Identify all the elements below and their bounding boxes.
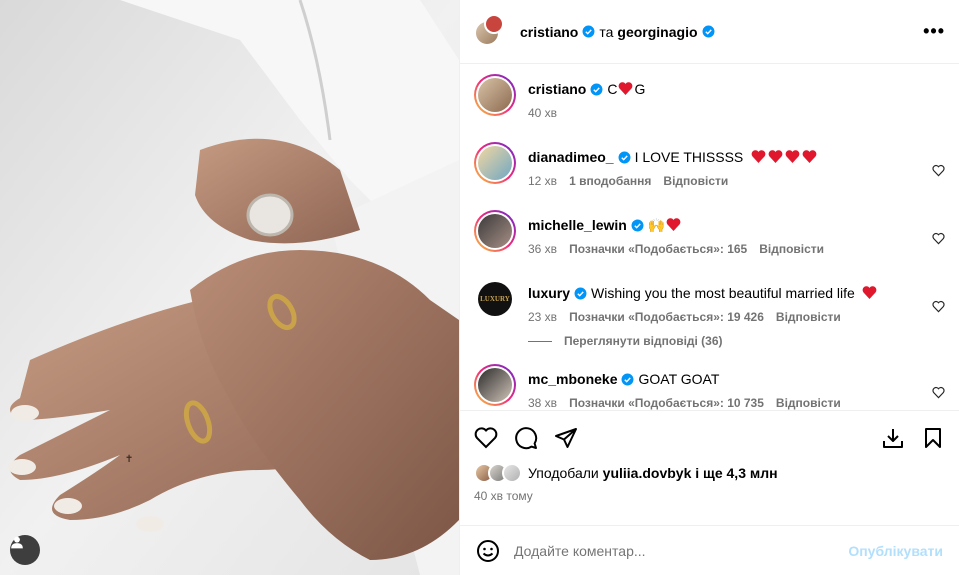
avatar [484, 13, 504, 34]
comment-likes[interactable]: 1 вподобання [569, 174, 651, 188]
comment-username[interactable]: luxury [528, 285, 570, 301]
comment-username[interactable]: cristiano [528, 81, 586, 97]
like-heart-icon[interactable] [474, 426, 498, 450]
liked-by-avatars [474, 463, 522, 483]
liked-by[interactable]: Уподобали yuliia.dovbyk і ще 4,3 млн [474, 463, 945, 483]
coauthor-username[interactable]: georginagio [617, 24, 697, 40]
comment-time: 38 хв [528, 396, 558, 410]
caption-text-start: C [607, 81, 618, 97]
more-options-button[interactable]: ••• [923, 21, 945, 42]
verified-badge-icon [631, 219, 644, 232]
comment-likes[interactable]: Позначки «Подобається»: 165 [569, 242, 747, 256]
comment-bubble-icon[interactable] [514, 426, 538, 450]
emoji-icon[interactable] [476, 539, 500, 563]
user-icon [11, 536, 23, 549]
svg-text:✝: ✝ [125, 454, 133, 465]
comment-time: 40 хв [528, 106, 558, 120]
liked-by-prefix: Уподобали [528, 465, 599, 481]
post-header: cristiano та georginagio ••• [460, 0, 959, 64]
hands-image: ✝ [0, 0, 459, 575]
avatar [502, 463, 522, 483]
post-side-panel: cristiano та georginagio ••• cristiano C G… [459, 0, 959, 575]
verified-badge-icon [622, 373, 634, 386]
comment-text: I LOVE THISSSS [634, 149, 744, 165]
post-caption: cristiano C G 40 хв [474, 74, 945, 120]
comment-likes[interactable]: Позначки «Подобається»: 10 735 [569, 396, 764, 410]
author-username[interactable]: cristiano [520, 24, 578, 40]
verified-badge-icon [618, 151, 631, 164]
red-heart-emoji-icon [619, 82, 633, 95]
like-comment-heart-icon[interactable] [932, 164, 945, 177]
save-bookmark-icon[interactable] [921, 426, 945, 450]
post-modal: ✝ cristiano та georginagio ••• cristiano… [0, 0, 959, 575]
comment-text: Wishing you the most beautiful married l… [591, 285, 855, 301]
verified-badge-icon [582, 25, 595, 38]
replies-divider [528, 340, 552, 342]
reply-button[interactable]: Відповісти [776, 310, 841, 324]
like-comment-heart-icon[interactable] [932, 386, 945, 399]
reply-button[interactable]: Відповісти [776, 396, 841, 410]
comment-time: 36 хв [528, 242, 558, 256]
author-connector: та [599, 23, 614, 40]
publish-button[interactable]: Опублікувати [848, 543, 943, 559]
download-icon[interactable] [881, 426, 905, 450]
avatar[interactable] [474, 74, 516, 116]
liked-by-user[interactable]: yuliia.dovbyk [603, 465, 692, 481]
tagged-users-button[interactable] [10, 535, 40, 565]
post-actions: Уподобали yuliia.dovbyk і ще 4,3 млн 40 … [460, 410, 959, 525]
comment-likes[interactable]: Позначки «Подобається»: 19 426 [569, 310, 764, 324]
post-photo: ✝ [0, 0, 459, 575]
avatar[interactable] [474, 142, 516, 184]
like-comment-heart-icon[interactable] [932, 232, 945, 245]
list-item: LUXURY luxury Wishing you the most beauti… [474, 278, 945, 324]
post-authors: cristiano та georginagio [520, 24, 719, 40]
view-replies-button[interactable]: Переглянути відповіді (36) [528, 334, 945, 348]
coauthor-avatars[interactable] [474, 13, 506, 48]
comment-time: 12 хв [528, 174, 558, 188]
comment-username[interactable]: mc_mboneke [528, 371, 617, 387]
red-heart-emoji-icon [751, 150, 766, 163]
share-paper-plane-icon[interactable] [554, 426, 578, 450]
red-heart-emoji-icon [802, 150, 817, 163]
comment-username[interactable]: michelle_lewin [528, 217, 627, 233]
comment-input[interactable] [514, 542, 849, 559]
red-heart-emoji-icon [768, 150, 783, 163]
avatar[interactable] [474, 210, 516, 252]
post-timestamp[interactable]: 40 хв тому [474, 489, 945, 503]
avatar[interactable]: LUXURY [474, 278, 516, 320]
luxury-logo: LUXURY [480, 295, 510, 303]
add-comment-bar: Опублікувати [460, 525, 959, 575]
reply-button[interactable]: Відповісти [663, 174, 728, 188]
red-heart-emoji-icon [666, 218, 681, 231]
list-item: dianadimeo_ I LOVE THISSSS 12 хв 1 вподоб… [474, 142, 945, 188]
liked-by-count[interactable]: і ще 4,3 млн [695, 465, 777, 481]
comment-time: 23 хв [528, 310, 558, 324]
comment-text: 🙌 [647, 217, 666, 233]
red-heart-emoji-icon [785, 150, 800, 163]
list-item: michelle_lewin 🙌 36 хв Позначки «Подобаєт… [474, 210, 945, 256]
comment-username[interactable]: dianadimeo_ [528, 149, 614, 165]
verified-badge-icon [574, 287, 587, 300]
like-comment-heart-icon[interactable] [932, 300, 945, 313]
verified-badge-icon [702, 25, 714, 38]
comments-list: cristiano C G 40 хв dianadimeo_ I LOVE THIS… [460, 64, 959, 410]
comment-text: GOAT GOAT [638, 371, 720, 387]
view-replies-label: Переглянути відповіді (36) [564, 334, 723, 348]
reply-button[interactable]: Відповісти [759, 242, 824, 256]
avatar[interactable] [474, 364, 516, 406]
red-heart-emoji-icon [862, 286, 877, 299]
list-item: mc_mboneke GOAT GOAT 38 хв Позначки «Подо… [474, 364, 945, 410]
verified-badge-icon [590, 83, 603, 96]
caption-text-end: G [634, 81, 646, 97]
